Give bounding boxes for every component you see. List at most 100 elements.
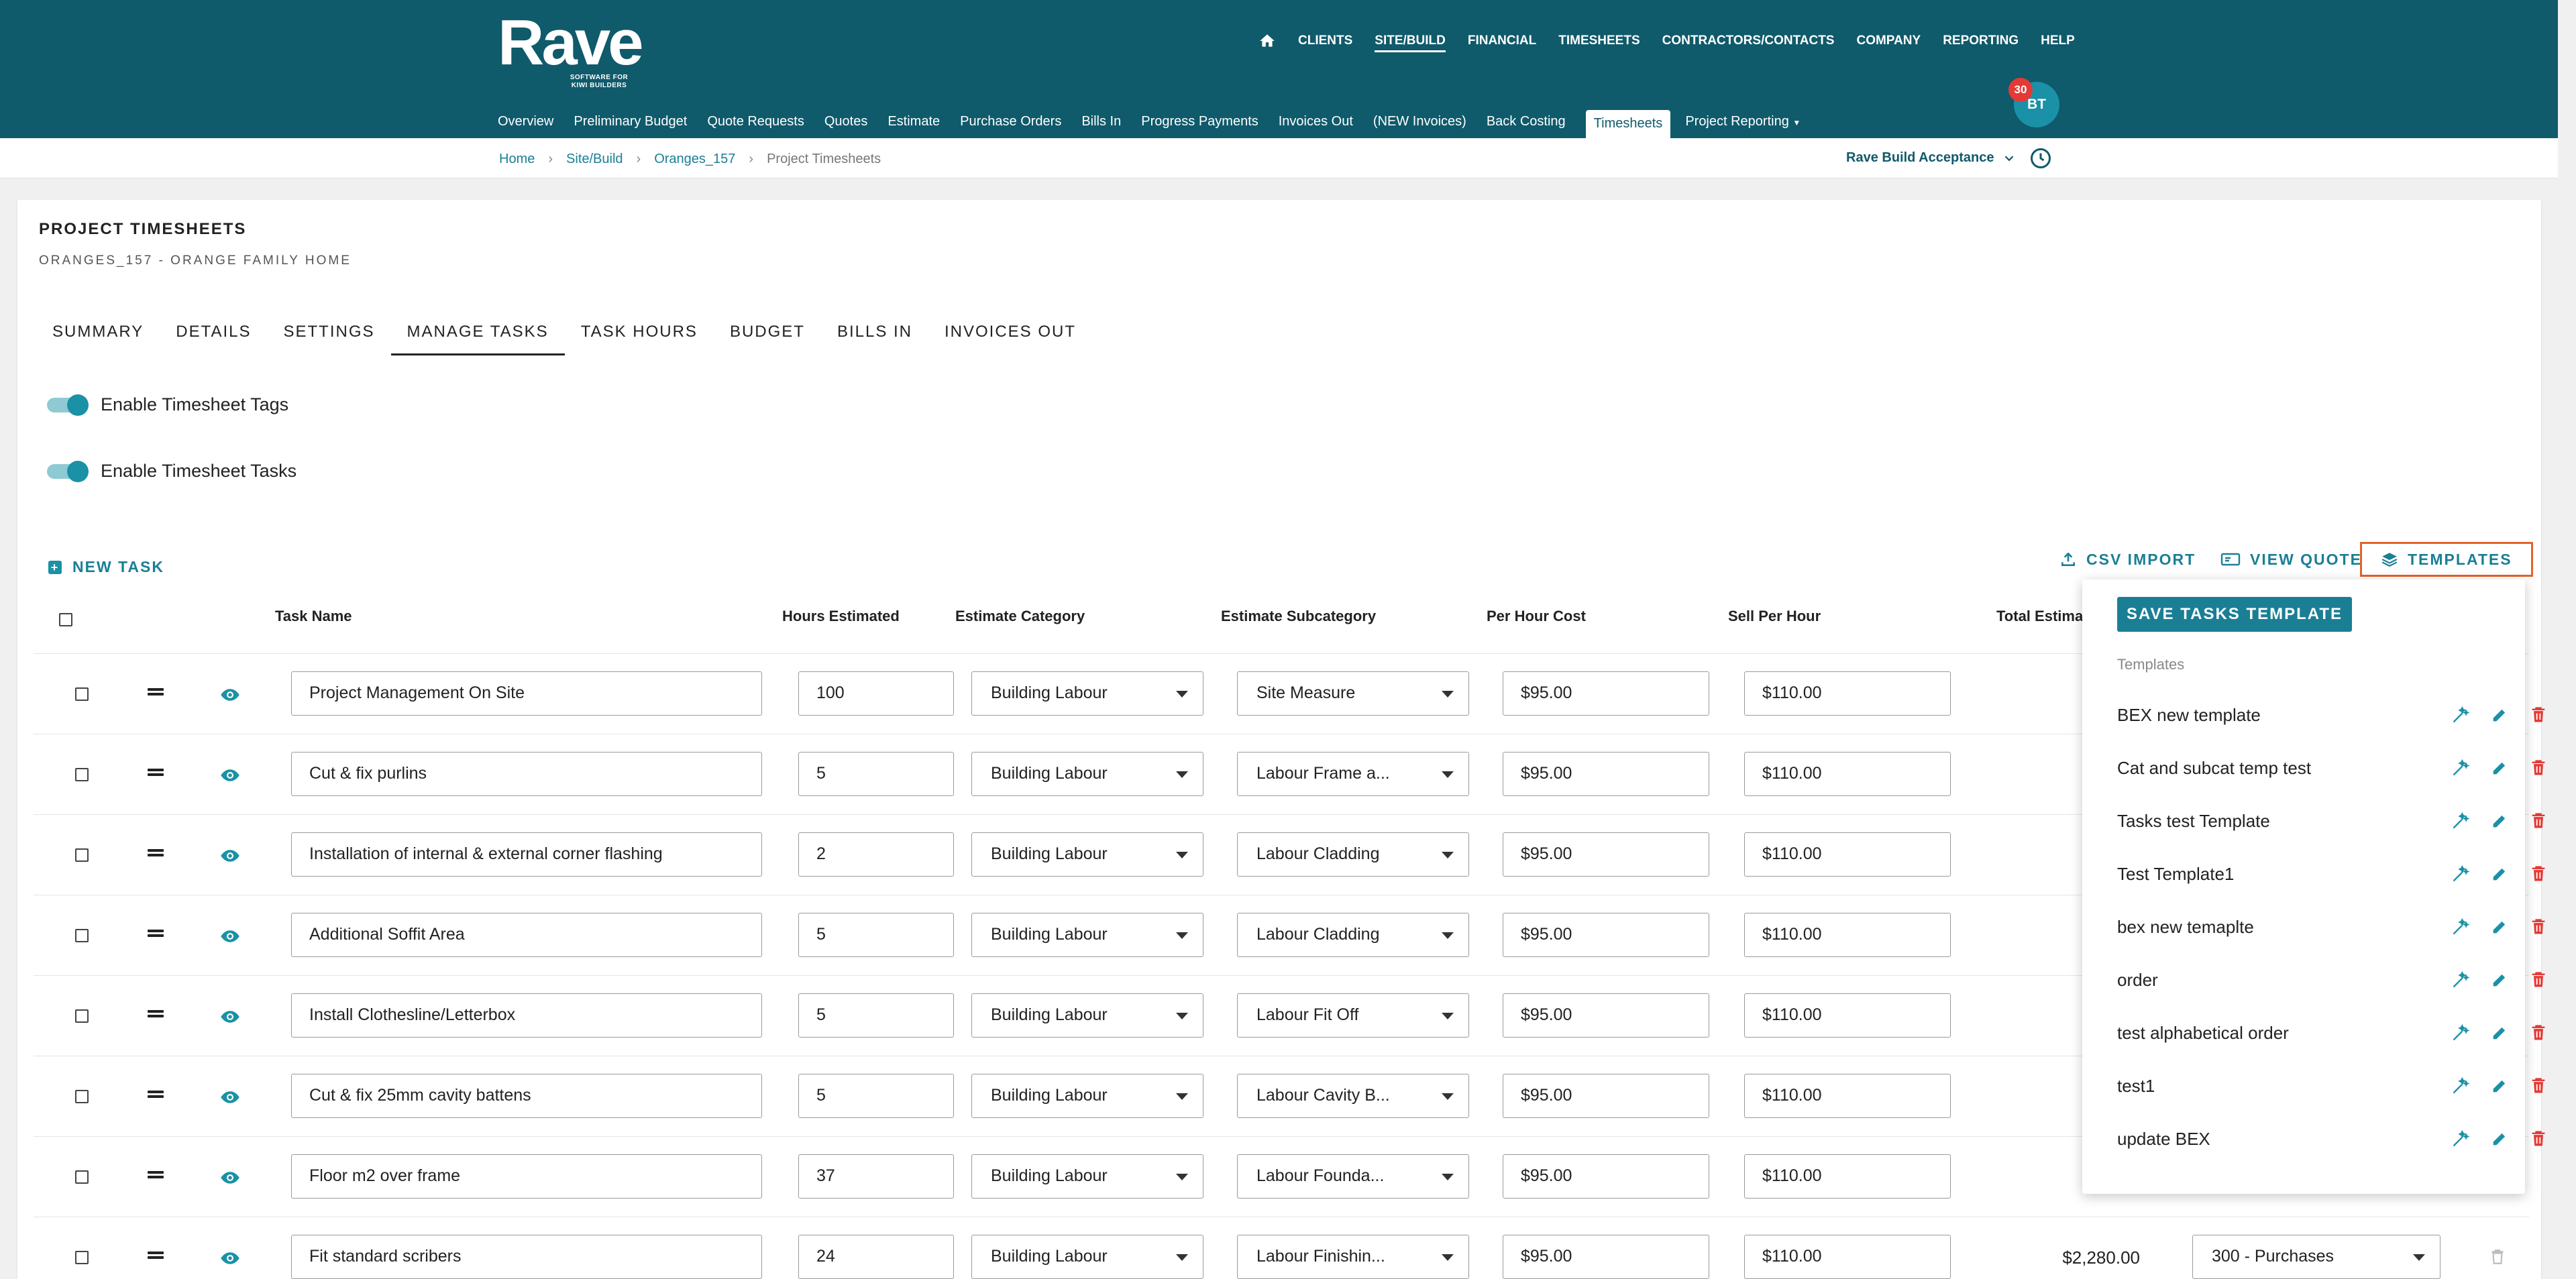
nav-timesheets[interactable]: TIMESHEETS	[1558, 30, 1640, 52]
hours-estimated-input[interactable]: 100	[798, 671, 954, 716]
drag-handle-icon[interactable]	[148, 686, 164, 698]
template-name[interactable]: Test Template1	[2117, 864, 2234, 884]
eye-icon[interactable]	[220, 685, 240, 705]
task-name-input[interactable]: Project Management On Site	[291, 671, 762, 716]
per-hour-cost-input[interactable]: $95.00	[1503, 1074, 1709, 1118]
trash-icon[interactable]	[2529, 1076, 2548, 1095]
clock-icon[interactable]	[2029, 146, 2053, 170]
per-hour-cost-input[interactable]: $95.00	[1503, 752, 1709, 796]
timesheet-tags-toggle[interactable]	[47, 394, 89, 416]
rave-logo[interactable]: Rave SOFTWARE FOR KIWI BUILDERS	[498, 11, 643, 90]
subnav-bills-in[interactable]: Bills In	[1081, 110, 1126, 138]
nav-site-build[interactable]: SITE/BUILD	[1375, 30, 1446, 52]
eye-icon[interactable]	[220, 926, 240, 946]
sell-per-hour-input[interactable]: $110.00	[1744, 832, 1951, 877]
task-name-input[interactable]: Install Clothesline/Letterbox	[291, 993, 762, 1038]
pencil-icon[interactable]	[2490, 1076, 2509, 1095]
trash-icon[interactable]	[2529, 865, 2548, 883]
subnav-preliminary-budget[interactable]: Preliminary Budget	[574, 110, 692, 138]
pencil-icon[interactable]	[2490, 1129, 2509, 1148]
row-checkbox[interactable]	[75, 1251, 89, 1264]
pencil-icon[interactable]	[2490, 812, 2509, 830]
estimate-category-select[interactable]: Building Labour	[971, 671, 1203, 716]
nav-contractors-contacts[interactable]: CONTRACTORS/CONTACTS	[1662, 30, 1835, 52]
nav-financial[interactable]: FINANCIAL	[1468, 30, 1536, 52]
estimate-subcategory-select[interactable]: Labour Cladding	[1237, 832, 1469, 877]
estimate-subcategory-select[interactable]: Labour Frame a...	[1237, 752, 1469, 796]
breadcrumb-home[interactable]: Home	[499, 152, 535, 167]
row-checkbox[interactable]	[75, 768, 89, 781]
estimate-category-select[interactable]: Building Labour	[971, 1074, 1203, 1118]
pencil-icon[interactable]	[2490, 970, 2509, 989]
drag-handle-icon[interactable]	[148, 847, 164, 858]
hours-estimated-input[interactable]: 24	[798, 1235, 954, 1279]
drag-handle-icon[interactable]	[148, 1089, 164, 1100]
estimate-subcategory-select[interactable]: Labour Founda...	[1237, 1154, 1469, 1199]
tab-details[interactable]: DETAILS	[160, 300, 267, 355]
home-icon[interactable]	[1258, 32, 1276, 50]
template-name[interactable]: Tasks test Template	[2117, 811, 2270, 831]
drag-handle-icon[interactable]	[148, 1249, 164, 1261]
estimate-category-select[interactable]: Building Labour	[971, 832, 1203, 877]
sell-per-hour-input[interactable]: $110.00	[1744, 671, 1951, 716]
subnav-estimate[interactable]: Estimate	[888, 110, 945, 138]
sell-per-hour-input[interactable]: $110.00	[1744, 913, 1951, 957]
row-checkbox[interactable]	[75, 1170, 89, 1184]
estimate-category-select[interactable]: Building Labour	[971, 1235, 1203, 1279]
tab-manage-tasks[interactable]: MANAGE TASKS	[390, 300, 565, 355]
row-checkbox[interactable]	[75, 687, 89, 701]
task-name-input[interactable]: Floor m2 over frame	[291, 1154, 762, 1199]
sell-per-hour-input[interactable]: $110.00	[1744, 752, 1951, 796]
trash-icon[interactable]	[2529, 1129, 2548, 1148]
drag-handle-icon[interactable]	[148, 928, 164, 939]
task-name-input[interactable]: Cut & fix purlins	[291, 752, 762, 796]
per-hour-cost-input[interactable]: $95.00	[1503, 832, 1709, 877]
estimate-subcategory-select[interactable]: Labour Finishin...	[1237, 1235, 1469, 1279]
pencil-icon[interactable]	[2490, 759, 2509, 777]
row-checkbox[interactable]	[75, 1090, 89, 1103]
eye-icon[interactable]	[220, 765, 240, 785]
nav-reporting[interactable]: REPORTING	[1943, 30, 2019, 52]
templates-button[interactable]: TEMPLATES	[2360, 542, 2533, 577]
tab-summary[interactable]: SUMMARY	[36, 300, 160, 355]
estimate-subcategory-select[interactable]: Labour Cavity B...	[1237, 1074, 1469, 1118]
estimate-subcategory-select[interactable]: Labour Cladding	[1237, 913, 1469, 957]
magic-wand-icon[interactable]	[2451, 706, 2470, 724]
drag-handle-icon[interactable]	[148, 1169, 164, 1180]
estimate-subcategory-select[interactable]: Labour Fit Off	[1237, 993, 1469, 1038]
subnav-project-reporting[interactable]: Project Reporting ▼	[1685, 110, 1806, 138]
pencil-icon[interactable]	[2490, 706, 2509, 724]
estimate-category-select[interactable]: Building Labour	[971, 752, 1203, 796]
eye-icon[interactable]	[220, 1168, 240, 1188]
hours-estimated-input[interactable]: 37	[798, 1154, 954, 1199]
template-name[interactable]: test1	[2117, 1076, 2155, 1096]
hours-estimated-input[interactable]: 5	[798, 1074, 954, 1118]
new-task-button[interactable]: + NEW TASK	[48, 558, 164, 576]
account-select[interactable]: 300 - Purchases	[2192, 1235, 2440, 1279]
row-checkbox[interactable]	[75, 848, 89, 862]
nav-clients[interactable]: CLIENTS	[1298, 30, 1352, 52]
per-hour-cost-input[interactable]: $95.00	[1503, 1154, 1709, 1199]
hours-estimated-input[interactable]: 2	[798, 832, 954, 877]
estimate-category-select[interactable]: Building Labour	[971, 1154, 1203, 1199]
tab-bills-in[interactable]: BILLS IN	[821, 300, 928, 355]
subnav-overview[interactable]: Overview	[498, 110, 559, 138]
magic-wand-icon[interactable]	[2451, 1076, 2470, 1095]
sell-per-hour-input[interactable]: $110.00	[1744, 1235, 1951, 1279]
task-name-input[interactable]: Fit standard scribers	[291, 1235, 762, 1279]
template-name[interactable]: order	[2117, 970, 2158, 990]
tab-invoices-out[interactable]: INVOICES OUT	[928, 300, 1092, 355]
template-name[interactable]: Cat and subcat temp test	[2117, 758, 2311, 778]
magic-wand-icon[interactable]	[2451, 917, 2470, 936]
sell-per-hour-input[interactable]: $110.00	[1744, 1154, 1951, 1199]
breadcrumb-site-build[interactable]: Site/Build	[566, 152, 623, 167]
subnav-invoices-out[interactable]: Invoices Out	[1279, 110, 1358, 138]
eye-icon[interactable]	[220, 1007, 240, 1027]
sell-per-hour-input[interactable]: $110.00	[1744, 993, 1951, 1038]
trash-icon[interactable]	[2529, 917, 2548, 936]
task-name-input[interactable]: Additional Soffit Area	[291, 913, 762, 957]
row-checkbox[interactable]	[75, 1009, 89, 1023]
pencil-icon[interactable]	[2490, 917, 2509, 936]
magic-wand-icon[interactable]	[2451, 1129, 2470, 1148]
csv-import-button[interactable]: CSV IMPORT	[2059, 542, 2196, 577]
